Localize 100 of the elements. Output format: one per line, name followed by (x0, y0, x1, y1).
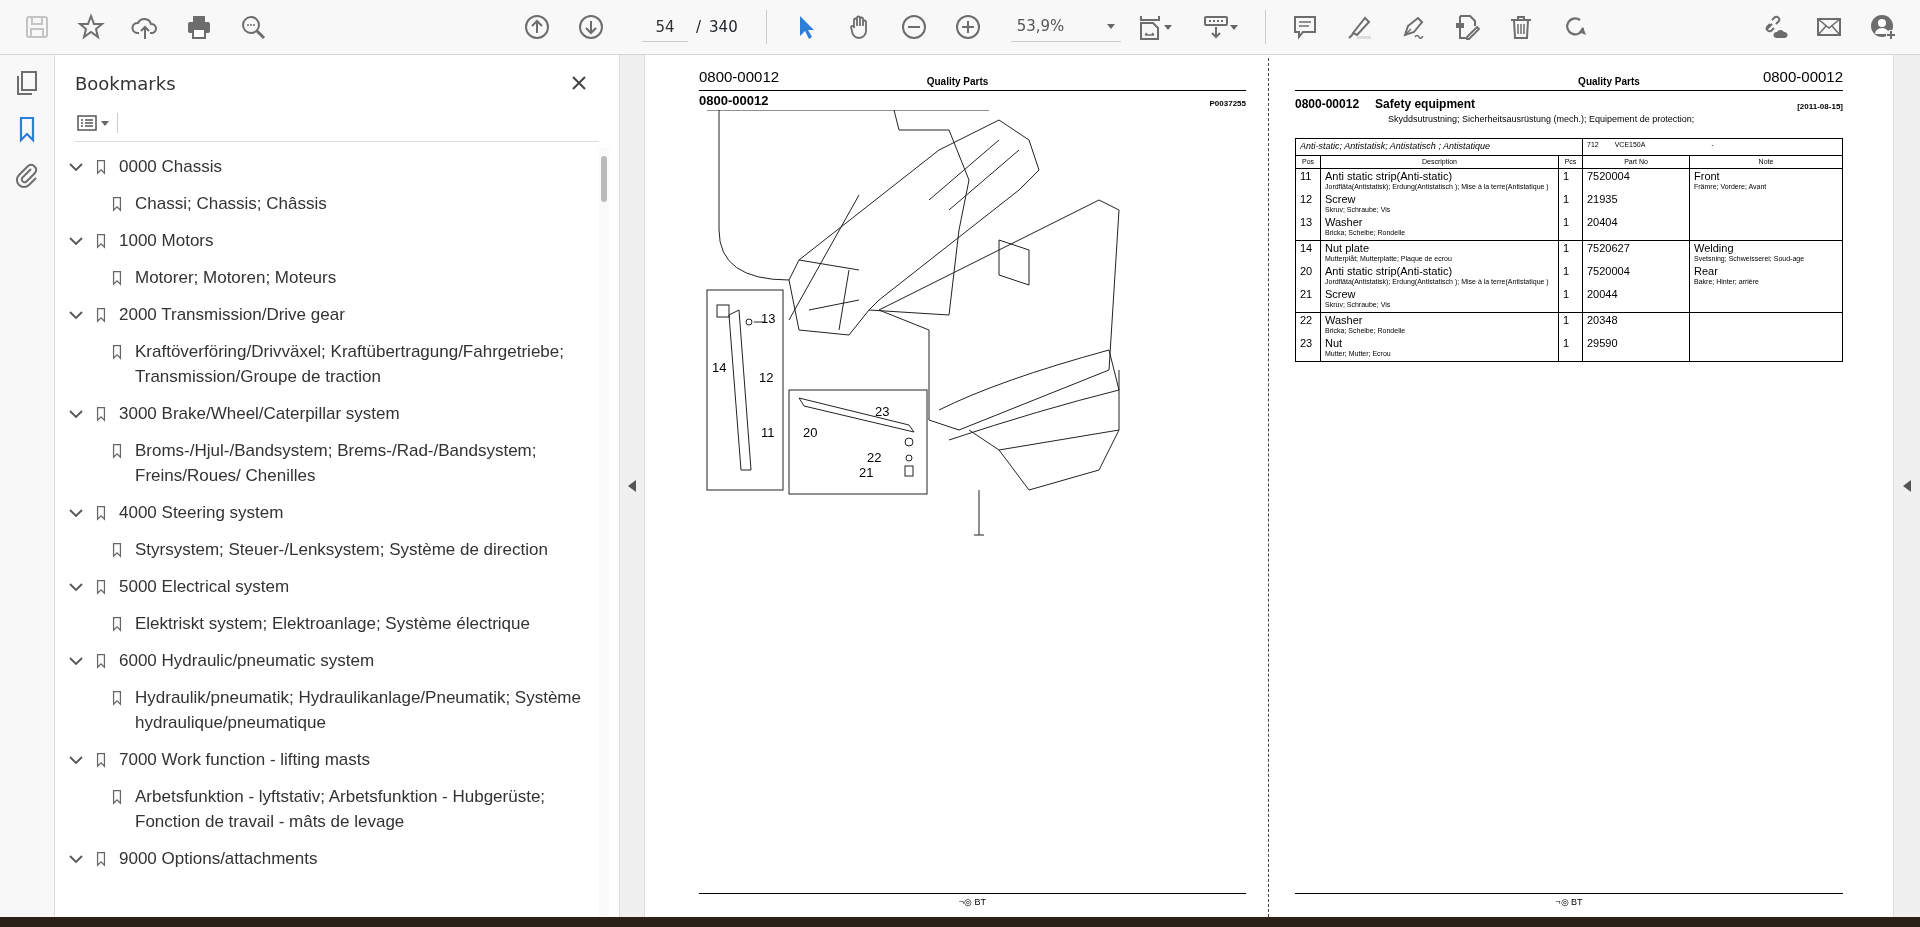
table-cell: 11 (1295, 168, 1321, 192)
search-icon (239, 13, 267, 41)
table-cell: 22 (1295, 312, 1321, 336)
caret-icon (1229, 24, 1238, 30)
bookmark-item[interactable]: 4000 Steering system (119, 500, 284, 525)
group-number: 0800-00012 (699, 91, 769, 110)
bookmark-item[interactable]: Arbetsfunktion - lyftstativ; Arbetsfunktion - Hubgerüste; Fonction de travail - mâts de levage (135, 784, 599, 834)
zoom-dropdown[interactable]: 53,9% (1010, 12, 1121, 42)
print-icon (185, 13, 213, 41)
table-cell: 1 (1558, 168, 1583, 192)
table-cell: 20348 (1582, 312, 1690, 336)
bookmark-item[interactable]: Hydraulik/pneumatik; Hydraulikanlage/Pneumatik; Système hydraulique/pneumatique (135, 685, 599, 735)
table-cell: 1 (1558, 192, 1583, 215)
chevron-down-icon[interactable] (69, 160, 83, 174)
part-description: Nut plate (1325, 242, 1371, 254)
table-cell: 13 (1295, 215, 1321, 241)
caret-icon (101, 120, 109, 126)
table-cell: 7520627 (1582, 240, 1690, 264)
part-description: Anti static strip(Anti-static) (1325, 170, 1454, 182)
caret-icon (1106, 24, 1115, 29)
table-cell: 1 (1558, 336, 1583, 362)
section-title: Safety equipment (1375, 95, 1476, 113)
part-description: Nut (1325, 337, 1344, 349)
bookmark-item[interactable]: Styrsystem; Steuer-/Lenksystem; Système de direction (135, 537, 548, 562)
bookmark-item[interactable]: 3000 Brake/Wheel/Caterpillar system (119, 401, 400, 426)
callout-number: 22 (867, 450, 882, 465)
picture-id: P0037255 (1209, 98, 1246, 110)
callout-number: 11 (761, 425, 775, 440)
bookmark-item[interactable]: 1000 Motors (119, 228, 214, 253)
table-cell: 7520004 (1582, 264, 1690, 287)
group-number: 0800-00012 (1295, 95, 1360, 113)
bookmark-item[interactable]: 5000 Electrical system (119, 574, 290, 599)
bookmark-item[interactable]: 0000 Chassis (119, 154, 222, 179)
chevron-down-icon[interactable] (69, 234, 83, 248)
variant-name: Anti-static; Antistatisk; Antistatisch ; Antistatique (1295, 138, 1583, 155)
table-cell: 12 (1295, 192, 1321, 215)
table-cell: 23 (1295, 336, 1321, 362)
page-footer: ¬◎ BT (1295, 892, 1843, 909)
part-description: Screw (1325, 193, 1357, 205)
scrollbar[interactable] (599, 148, 609, 917)
bookmark-item[interactable]: 2000 Transmission/Drive gear (119, 302, 345, 327)
chevron-down-icon[interactable] (69, 506, 83, 520)
callout-number: 13 (761, 311, 776, 326)
page-number-field[interactable]: 54 (642, 12, 688, 42)
bookmark-item[interactable]: Chassi; Chassis; Châssis (135, 191, 327, 216)
expand-panel-icon[interactable] (1903, 480, 1911, 492)
close-icon (571, 75, 587, 91)
bookmark-item[interactable]: 7000 Work function - lifting masts (119, 747, 370, 772)
bookmark-item[interactable]: Elektriskt system; Elektroanlage; Système électrique (135, 611, 530, 636)
table-cell: 7520004 (1582, 168, 1690, 192)
part-description: Anti static strip(Anti-static) (1325, 265, 1454, 277)
note-text: Rear (1694, 265, 1719, 277)
chevron-down-icon[interactable] (69, 654, 83, 668)
bookmark-item[interactable]: Motorer; Motoren; Moteurs (135, 265, 337, 290)
scroll-mode-icon (1201, 13, 1230, 41)
scrollbar-thumb[interactable] (601, 156, 607, 202)
callout-number: 20 (803, 425, 818, 440)
user-add-icon (1869, 13, 1897, 41)
part-description: Washer (1325, 216, 1364, 228)
arrow-up-circle-icon (523, 13, 551, 41)
table-cell: 20044 (1582, 287, 1690, 313)
bookmark-item[interactable]: 6000 Hydraulic/pneumatic system (119, 648, 375, 673)
caret-icon (1163, 24, 1172, 30)
chevron-down-icon[interactable] (69, 407, 83, 421)
page-total: 340 (709, 16, 738, 38)
chevron-down-icon[interactable] (69, 308, 83, 322)
callout-number: 12 (759, 370, 774, 385)
revision-date: [2011-08-15] (1797, 100, 1843, 113)
chevron-down-icon[interactable] (69, 753, 83, 767)
table-cell: 1 (1558, 287, 1583, 313)
table-cell: 29590 (1582, 336, 1690, 362)
document-number: 0800-00012 (1762, 67, 1843, 87)
callout-number: 21 (859, 465, 874, 480)
list-icon (77, 115, 97, 131)
callout-number: 23 (875, 404, 890, 419)
bookmark-item[interactable]: Kraftöverföring/Drivväxel; Kraftübertragung/Fahrgetriebe; Transmission/Groupe de traction (135, 339, 599, 389)
part-description: Washer (1325, 314, 1364, 326)
options-button[interactable] (75, 113, 118, 133)
note-text: Welding (1694, 242, 1735, 254)
table-cell: 20 (1295, 264, 1321, 287)
chevron-down-icon[interactable] (69, 580, 83, 594)
arrow-down-circle-icon (577, 13, 605, 41)
part-description: Screw (1325, 288, 1357, 300)
table-cell: 21935 (1582, 192, 1690, 215)
page-separator: / (696, 16, 702, 38)
table-cell: 1 (1558, 240, 1583, 264)
table-cell: 1 (1558, 215, 1583, 241)
collapse-panel-icon[interactable] (628, 480, 636, 492)
table-cell: 1 (1558, 264, 1583, 287)
bookmark-item[interactable]: Broms-/Hjul-/Bandsystem; Brems-/Rad-/Bandsystem; Freins/Roues/ Chenilles (135, 438, 599, 488)
page-footer: ¬◎ BT (699, 892, 1246, 909)
bookmark-item[interactable]: 9000 Options/attachments (119, 846, 318, 871)
panel-title: Bookmarks (75, 71, 176, 96)
plus-circle-icon (953, 13, 982, 41)
table-cell: 21 (1295, 287, 1321, 313)
chevron-down-icon[interactable] (69, 852, 83, 866)
callout-number: 14 (712, 360, 727, 375)
page-header: Quality Parts (926, 74, 989, 89)
star-icon (77, 13, 105, 41)
document-number: 0800-00012 (699, 67, 780, 87)
